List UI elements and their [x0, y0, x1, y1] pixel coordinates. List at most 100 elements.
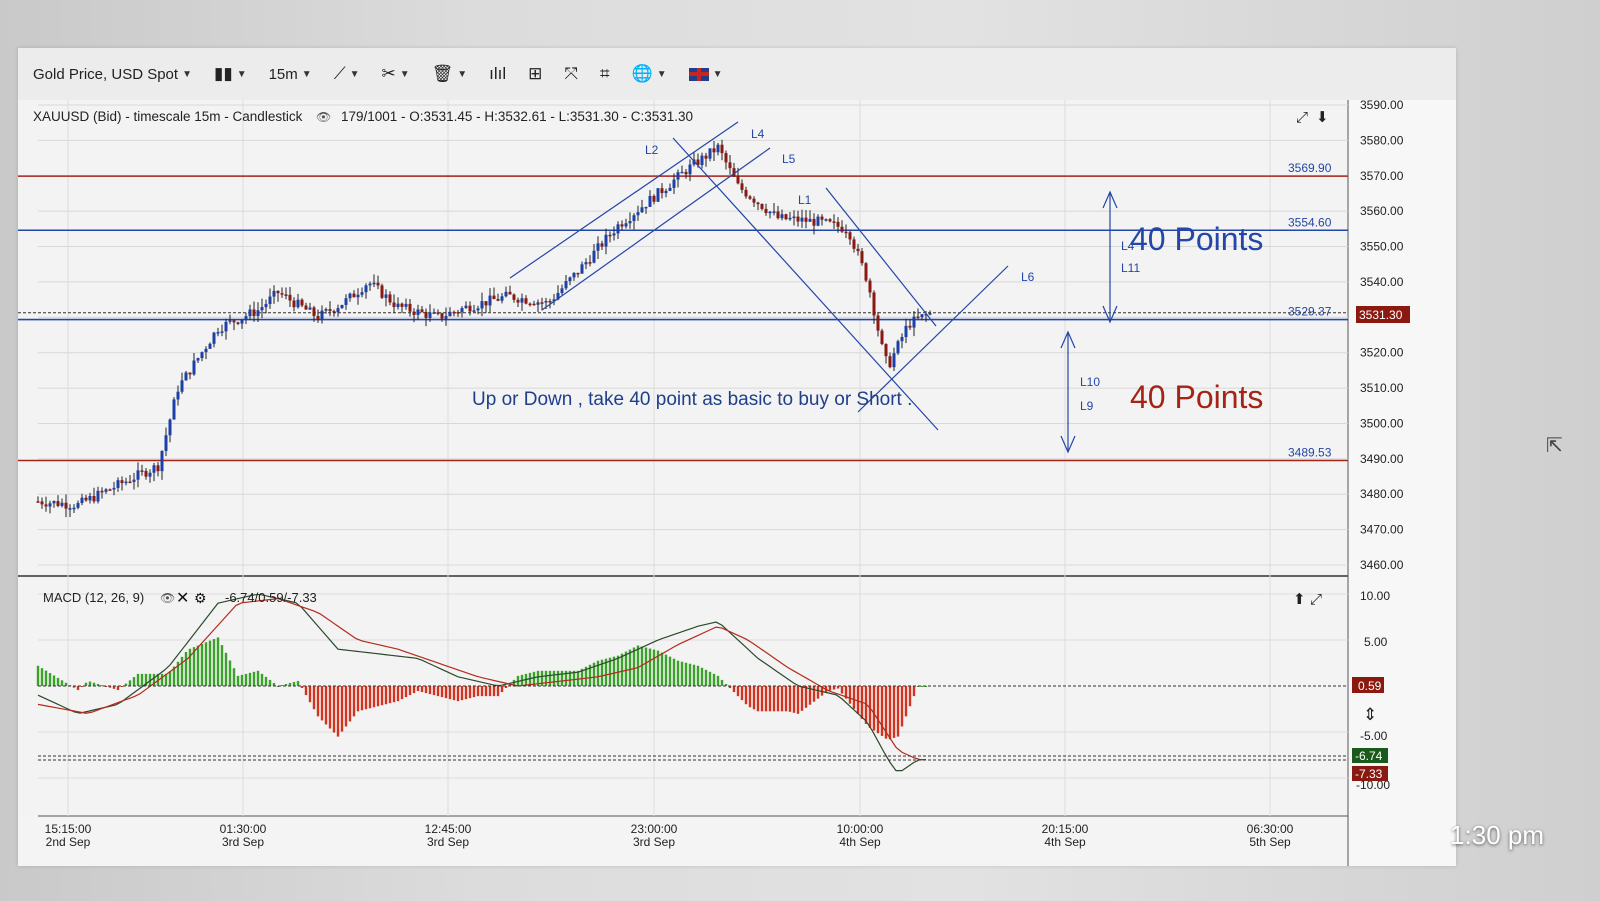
macd-hist-bar: [132, 677, 136, 686]
chevron-down-icon: ▼: [349, 68, 360, 80]
macd-hist-bar: [652, 649, 656, 686]
macd-hist-bar: [908, 686, 912, 707]
candle-body: [244, 316, 248, 320]
timeframe-selector[interactable]: 15m ▼: [269, 66, 312, 83]
level-label: 3569.90: [1288, 161, 1332, 175]
macd-hist-bar: [40, 668, 44, 686]
candle-body: [108, 489, 112, 491]
price-tick-label: 3550.00: [1360, 240, 1404, 254]
candle-body: [576, 272, 580, 275]
macd-hist-bar: [200, 643, 204, 686]
macd-values: -6.74/0.59/-7.33: [225, 590, 317, 605]
candle-body: [728, 162, 732, 169]
scale-icon[interactable]: ⇕: [1363, 705, 1377, 724]
candle-body: [380, 285, 384, 298]
macd-hist-bar: [336, 686, 340, 737]
macd-hist-bar: [296, 680, 300, 686]
date-tick-label: 3rd Sep: [222, 835, 264, 849]
macd-hist-bar: [556, 670, 560, 686]
macd-hist-bar: [560, 670, 564, 686]
macd-badge-value: -6.74: [1355, 749, 1383, 763]
candle-body: [652, 195, 656, 202]
expand-icon[interactable]: ⤢: [1296, 109, 1309, 126]
macd-hist-bar: [648, 648, 652, 686]
line-tool-button[interactable]: ⟋ ▼: [334, 64, 360, 84]
macd-hist-bar: [832, 686, 836, 690]
label-l6: L6: [1021, 270, 1035, 284]
chevron-down-icon: ▼: [656, 68, 667, 80]
language-button[interactable]: ▼: [688, 67, 723, 81]
macd-hist-bar: [472, 686, 476, 698]
instrument-selector[interactable]: Gold Price, USD Spot ▼: [33, 66, 192, 83]
macd-up-icon[interactable]: ⬆: [1293, 591, 1306, 608]
layout-button[interactable]: ⊞: [528, 64, 542, 84]
candle-body: [608, 234, 612, 237]
price-chart[interactable]: 3590.00 3580.00 3570.00 3560.00 3550.00 3540.…: [18, 98, 1456, 866]
annotation-text: Up or Down , take 40 point as basic to b…: [472, 389, 912, 410]
candle-body: [80, 497, 84, 504]
globe-button[interactable]: 🌐 ▼: [632, 64, 667, 84]
candle-body: [72, 507, 76, 510]
candle-body: [464, 305, 468, 309]
candle-body: [112, 487, 116, 490]
macd-hist-bar: [788, 686, 792, 712]
gear-icon[interactable]: ⚙: [194, 590, 207, 606]
candle-body: [388, 294, 392, 303]
bar-chart-icon: ılıl: [489, 64, 507, 83]
candle-body: [40, 501, 44, 505]
ohlc-readout: 179/1001 - O:3531.45 - H:3532.61 - L:353…: [341, 109, 693, 124]
draw-tool-button[interactable]: ✂ ▼: [382, 64, 410, 84]
candle-body: [104, 489, 108, 492]
macd-hist-bar: [892, 686, 896, 738]
macd-hist-bar: [760, 686, 764, 712]
candle-body: [224, 321, 228, 332]
candle-body: [328, 309, 332, 312]
candle-body: [268, 296, 272, 305]
macd-hist-bar: [60, 680, 64, 686]
candle-body: [660, 188, 664, 194]
macd-hist-bar: [140, 673, 144, 686]
macd-hist-bar: [848, 686, 852, 704]
candle-body: [100, 490, 104, 493]
chart-area[interactable]: 3590.00 3580.00 3570.00 3560.00 3550.00 3540.…: [18, 98, 1456, 866]
macd-hist-bar: [48, 673, 52, 686]
candle-body: [896, 341, 900, 354]
macd-hist-bar: [696, 665, 700, 686]
macd-hist-bar: [312, 686, 316, 710]
macd-eye-icon[interactable]: 👁: [160, 591, 175, 605]
macd-expand-icon[interactable]: ⤢: [1310, 591, 1323, 608]
macd-hist-bar: [764, 686, 768, 712]
candle-body: [124, 481, 128, 484]
close-icon[interactable]: ✕: [176, 590, 189, 607]
candle-body: [620, 224, 624, 227]
indicators-button[interactable]: ılıl: [489, 64, 506, 84]
candle-body: [184, 372, 188, 381]
macd-hist-bar: [900, 686, 904, 727]
time-tick-label: 06:30:00: [1247, 822, 1294, 836]
candle-body: [640, 207, 644, 213]
candle-body: [676, 172, 680, 180]
candle-body: [532, 303, 536, 306]
chart-type-button[interactable]: ▮▮ ▼: [214, 64, 247, 84]
eye-icon[interactable]: 👁: [316, 110, 331, 124]
price-tick-label: 3490.00: [1360, 452, 1404, 466]
delete-button[interactable]: 🗑 ▼: [432, 64, 468, 84]
crop-button[interactable]: ⌗: [600, 64, 610, 84]
candle-body: [612, 233, 616, 236]
macd-hist-bar: [756, 686, 760, 712]
candle-body: [568, 277, 572, 282]
candle-body: [384, 294, 388, 298]
candle-body: [512, 294, 516, 300]
candle-body: [844, 231, 848, 234]
label-l2: L2: [645, 143, 659, 157]
candle-body: [232, 320, 236, 323]
macd-hist-bar: [224, 652, 228, 686]
chart-info: XAUUSD (Bid) - timescale 15m - Candlesti…: [33, 109, 303, 124]
fullscreen-button[interactable]: ⤧: [564, 64, 578, 84]
macd-hist-bar: [240, 674, 244, 686]
download-icon[interactable]: ⬇: [1316, 109, 1329, 126]
candle-body: [364, 285, 368, 293]
macd-hist-bar: [360, 686, 364, 711]
candle-body: [272, 290, 276, 297]
candle-body: [604, 234, 608, 247]
